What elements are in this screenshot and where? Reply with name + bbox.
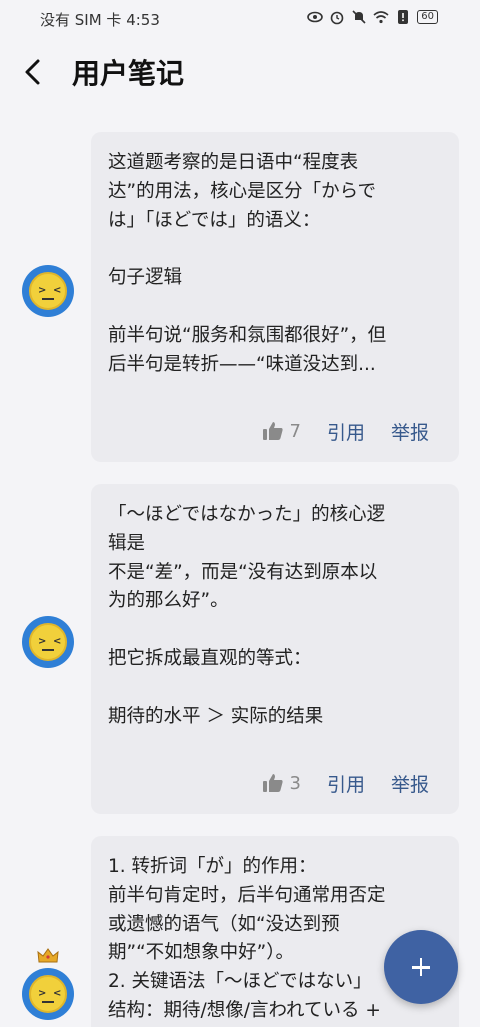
like-button[interactable]: 7: [262, 421, 301, 442]
wifi-icon: [373, 9, 389, 25]
note-text: 「～ほどではなかった」的核心逻 辑是 不是“差”，而是“没有达到原本以 为的那么…: [108, 504, 386, 727]
emoji-face-icon: > <: [29, 975, 67, 1013]
note-text: 这道题考察的是日语中“程度表 达”的用法，核心是区分「からで は」「ほどでは」的…: [108, 152, 387, 375]
quote-button[interactable]: 引用: [327, 418, 365, 445]
report-button[interactable]: 举报: [391, 770, 429, 797]
notes-list[interactable]: > < 这道题考察的是日语中“程度表 达”的用法，核心是区分「からで は」「ほど…: [0, 110, 480, 1027]
crown-icon: [37, 948, 59, 963]
add-note-button[interactable]: [384, 930, 458, 1004]
eye-icon: [307, 9, 324, 25]
report-button[interactable]: 举报: [391, 418, 429, 445]
like-count: 7: [289, 420, 301, 442]
user-avatar[interactable]: > <: [22, 968, 74, 1020]
battery-icon: 60: [417, 10, 438, 24]
page-title: 用户笔记: [72, 57, 185, 90]
like-count: 3: [289, 772, 301, 794]
back-arrow-icon: [25, 59, 40, 85]
note-actions: 3 引用 举报: [262, 769, 429, 797]
emoji-face-icon: > <: [29, 272, 67, 310]
status-bar: 没有 SIM 卡 4:53 60: [0, 0, 480, 36]
alarm-icon: [329, 9, 345, 25]
emoji-face-icon: > <: [29, 623, 67, 661]
back-button[interactable]: [16, 54, 52, 90]
thumbs-up-icon: [262, 422, 283, 440]
user-avatar[interactable]: > <: [22, 265, 74, 317]
user-avatar[interactable]: > <: [22, 616, 74, 668]
quote-button[interactable]: 引用: [327, 770, 365, 797]
like-button[interactable]: 3: [262, 773, 301, 794]
note-actions: 7 引用 举报: [262, 417, 429, 445]
app-header: 用户笔记: [0, 36, 480, 110]
mute-icon: [351, 9, 367, 25]
alert-icon: [395, 9, 411, 25]
thumbs-up-icon: [262, 774, 283, 792]
note-card[interactable]: 「～ほどではなかった」的核心逻 辑是 不是“差”，而是“没有达到原本以 为的那么…: [91, 484, 459, 814]
note-card[interactable]: 这道题考察的是日语中“程度表 达”的用法，核心是区分「からで は」「ほどでは」的…: [91, 132, 459, 462]
status-time: 没有 SIM 卡 4:53: [40, 11, 160, 29]
status-icons: 60: [307, 9, 438, 25]
